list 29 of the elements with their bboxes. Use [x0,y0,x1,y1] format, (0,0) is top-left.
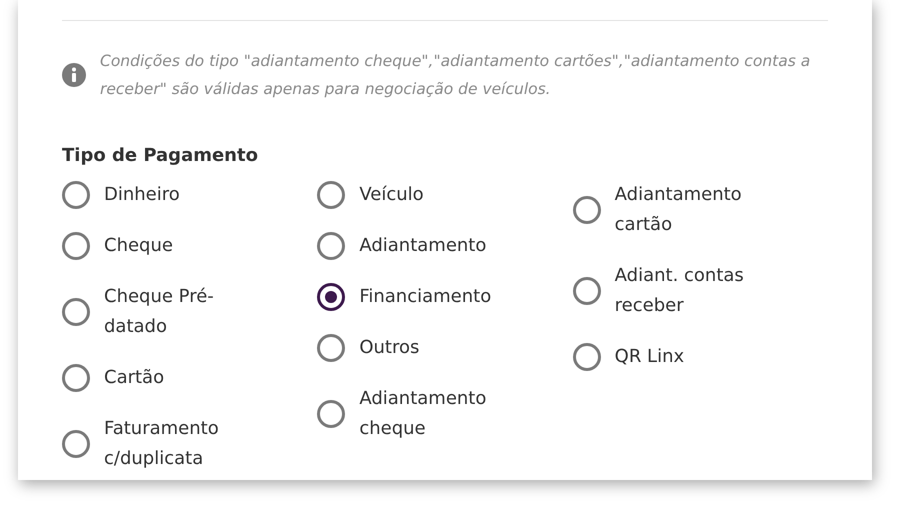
radio-label[interactable]: Adiantamento cheque [359,384,524,444]
radio-button[interactable] [572,343,601,371]
radio-button[interactable] [62,232,90,260]
radio-button[interactable] [317,232,346,260]
radio-label[interactable]: QR Linx [614,342,780,372]
section-heading: Tipo de Pagamento [62,145,259,166]
info-text: Condições do tipo "adiantamento cheque","adiantamento cartões","adiantamento contas a receber" são válidas apenas para negociação de veículos. [100,51,812,100]
radio-button[interactable] [572,196,601,224]
radio-label[interactable]: Cheque Pré-datado [104,282,269,342]
info-icon [62,63,86,87]
radio-label[interactable]: Dinheiro [104,180,269,210]
radio-label[interactable]: Adiant. contas receber [614,261,780,321]
radio-button[interactable] [317,334,346,362]
radio-button[interactable] [62,364,90,392]
radio-button[interactable] [317,181,346,209]
radio-label[interactable]: Outros [359,333,524,363]
radio-label[interactable]: Cheque [104,231,269,261]
radio-label[interactable]: Adiantamento [359,231,524,261]
radio-button[interactable] [317,400,346,428]
radio-button[interactable] [62,181,90,209]
radio-label[interactable]: Adiantamento cartão [614,180,780,240]
radio-button[interactable] [317,283,346,311]
radio-button[interactable] [572,277,601,305]
radio-label[interactable]: Veículo [359,180,524,210]
radio-button[interactable] [62,298,90,326]
radio-label[interactable]: Cartão [104,363,269,393]
radio-label[interactable]: Faturamento c/duplicata [104,414,269,474]
radio-button[interactable] [62,430,90,458]
radio-label[interactable]: Financiamento [359,282,524,312]
